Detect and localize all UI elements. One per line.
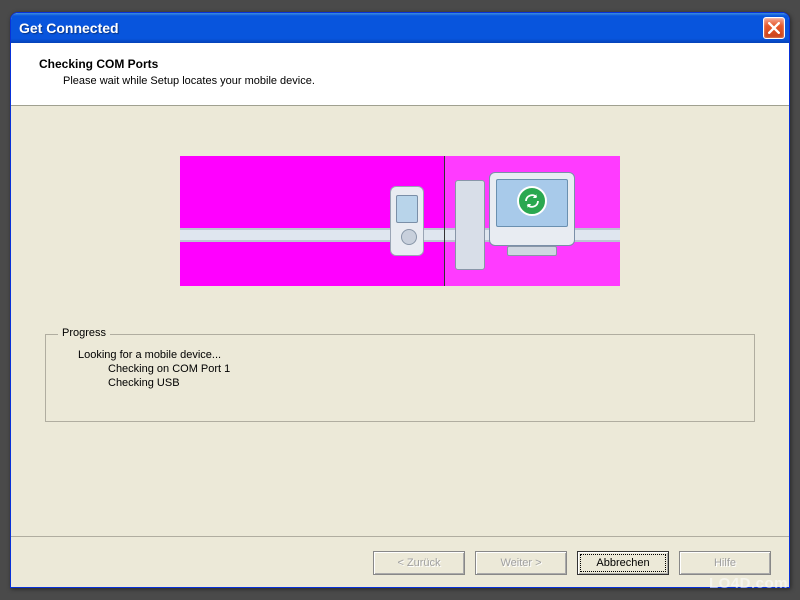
progress-step: Checking on COM Port 1 — [64, 363, 736, 375]
back-button[interactable]: < Zurück — [373, 551, 465, 575]
titlebar[interactable]: Get Connected — [11, 13, 789, 43]
cancel-button[interactable]: Abbrechen — [577, 551, 669, 575]
connection-banner — [180, 156, 620, 286]
next-button[interactable]: Weiter > — [475, 551, 567, 575]
close-button[interactable] — [763, 17, 785, 39]
wizard-button-row: < Zurück Weiter > Abbrechen Hilfe — [11, 536, 789, 575]
progress-group: Progress Looking for a mobile device... … — [45, 334, 755, 422]
help-button[interactable]: Hilfe — [679, 551, 771, 575]
banner-left — [180, 156, 444, 286]
wizard-window: Get Connected Checking COM Ports Please … — [10, 12, 790, 588]
content-area: Progress Looking for a mobile device... … — [11, 106, 789, 432]
close-icon — [768, 22, 780, 34]
sync-icon — [517, 186, 547, 216]
pc-tower-icon — [455, 180, 485, 270]
watermark: LO4D.com — [709, 575, 788, 592]
progress-status: Looking for a mobile device... — [64, 349, 736, 361]
progress-legend: Progress — [58, 327, 110, 339]
header-title: Checking COM Ports — [39, 57, 769, 71]
mobile-phone-icon — [390, 186, 424, 256]
header-subtitle: Please wait while Setup locates your mob… — [39, 75, 769, 87]
monitor-base — [507, 246, 557, 256]
header-panel: Checking COM Ports Please wait while Set… — [11, 43, 789, 106]
window-title: Get Connected — [19, 20, 119, 36]
progress-step: Checking USB — [64, 377, 736, 389]
banner-right — [444, 156, 620, 286]
